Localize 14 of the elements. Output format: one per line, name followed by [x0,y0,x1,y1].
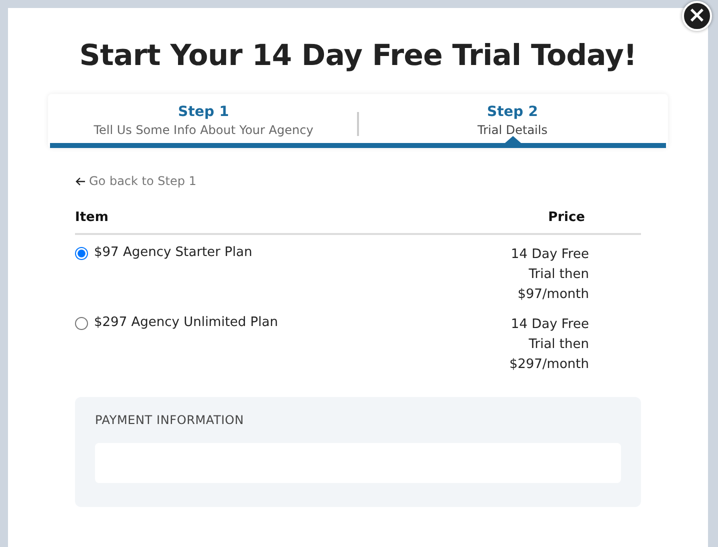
plan-name: $97 Agency Starter Plan [94,245,252,260]
column-header: Item [75,210,108,225]
close-button[interactable]: × [682,1,712,31]
plan-radio[interactable] [75,247,88,260]
left-arrow-icon [75,176,86,186]
plan-name: $297 Agency Unlimited Plan [94,315,278,330]
plan-price: 14 Day Free Trial then $97/month [510,246,589,304]
step-tab[interactable]: Step 2 Trial Details [359,104,666,143]
plan-radio[interactable] [75,317,88,330]
column-header: Price [548,210,585,225]
dialog-title: Start Your 14 Day Free Trial Today! [78,38,638,72]
plan-price: 14 Day Free Trial then $297/month [508,316,589,374]
payment-heading: PAYMENT INFORMATION [95,413,245,427]
step-tab[interactable]: Step 1 Tell Us Some Info About Your Agency [50,104,357,143]
